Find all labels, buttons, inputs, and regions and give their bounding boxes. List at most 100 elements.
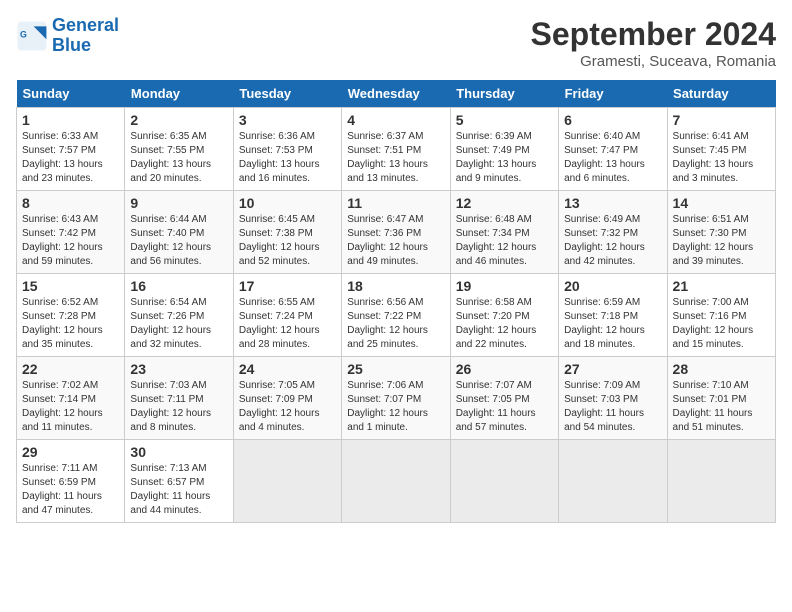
day-info: Sunrise: 6:39 AM Sunset: 7:49 PM Dayligh… <box>456 130 553 186</box>
day-cell: 12Sunrise: 6:48 AM Sunset: 7:34 PM Dayli… <box>450 191 558 274</box>
day-number: 6 <box>564 112 661 128</box>
day-cell: 30 Sunrise: 7:13 AM Sunset: 6:57 PM Dayli… <box>125 440 233 523</box>
day-number: 29 <box>22 444 119 460</box>
day-info: Sunrise: 6:51 AM Sunset: 7:30 PM Dayligh… <box>673 213 770 269</box>
day-cell: 13 Sunrise: 6:49 AM Sunset: 7:32 PM Dayli… <box>559 191 667 274</box>
day-info: Sunrise: 7:05 AM Sunset: 7:09 PM Dayligh… <box>239 379 336 435</box>
day-cell: 21 Sunrise: 7:00 AM Sunset: 7:16 PM Dayli… <box>667 274 775 357</box>
header-sunday: Sunday <box>17 80 125 108</box>
svg-text:G: G <box>20 29 27 39</box>
header-monday: Monday <box>125 80 233 108</box>
week-row: 15 Sunrise: 6:52 AM Sunset: 7:28 PM Dayli… <box>17 274 776 357</box>
day-cell: 15 Sunrise: 6:52 AM Sunset: 7:28 PM Dayli… <box>17 274 125 357</box>
empty-cell <box>233 440 341 523</box>
day-cell: 4 Sunrise: 6:37 AM Sunset: 7:51 PM Daylig… <box>342 108 450 191</box>
day-number: 4 <box>347 112 444 128</box>
day-info: Sunrise: 6:47 AM Sunset: 7:36 PM Dayligh… <box>347 213 444 269</box>
header-tuesday: Tuesday <box>233 80 341 108</box>
day-info: Sunrise: 6:55 AM Sunset: 7:24 PM Dayligh… <box>239 296 336 352</box>
day-number: 30 <box>130 444 227 460</box>
day-number: 25 <box>347 361 444 377</box>
day-number: 13 <box>564 195 661 211</box>
header-saturday: Saturday <box>667 80 775 108</box>
day-number: 19 <box>456 278 553 294</box>
day-cell: 18 Sunrise: 6:56 AM Sunset: 7:22 PM Dayli… <box>342 274 450 357</box>
day-number: 18 <box>347 278 444 294</box>
day-number: 9 <box>130 195 227 211</box>
day-info: Sunrise: 6:43 AM Sunset: 7:42 PM Dayligh… <box>22 213 119 269</box>
day-cell: 26Sunrise: 7:07 AM Sunset: 7:05 PM Dayli… <box>450 357 558 440</box>
day-number: 21 <box>673 278 770 294</box>
day-number: 24 <box>239 361 336 377</box>
day-cell: 11 Sunrise: 6:47 AM Sunset: 7:36 PM Dayli… <box>342 191 450 274</box>
empty-cell <box>667 440 775 523</box>
day-info: Sunrise: 6:49 AM Sunset: 7:32 PM Dayligh… <box>564 213 661 269</box>
title-block: September 2024 Gramesti, Suceava, Romani… <box>531 16 776 70</box>
day-number: 8 <box>22 195 119 211</box>
day-info: Sunrise: 6:33 AM Sunset: 7:57 PM Dayligh… <box>22 130 119 186</box>
day-number: 15 <box>22 278 119 294</box>
day-info: Sunrise: 6:45 AM Sunset: 7:38 PM Dayligh… <box>239 213 336 269</box>
day-cell: 1 Sunrise: 6:33 AM Sunset: 7:57 PM Daylig… <box>17 108 125 191</box>
day-number: 1 <box>22 112 119 128</box>
header-wednesday: Wednesday <box>342 80 450 108</box>
day-number: 27 <box>564 361 661 377</box>
day-info: Sunrise: 7:07 AM Sunset: 7:05 PM Dayligh… <box>456 379 553 435</box>
empty-cell <box>342 440 450 523</box>
day-info: Sunrise: 6:48 AM Sunset: 7:34 PM Dayligh… <box>456 213 553 269</box>
day-info: Sunrise: 7:03 AM Sunset: 7:11 PM Dayligh… <box>130 379 227 435</box>
day-cell: 24 Sunrise: 7:05 AM Sunset: 7:09 PM Dayli… <box>233 357 341 440</box>
day-cell: 9 Sunrise: 6:44 AM Sunset: 7:40 PM Daylig… <box>125 191 233 274</box>
header-thursday: Thursday <box>450 80 558 108</box>
day-info: Sunrise: 7:09 AM Sunset: 7:03 PM Dayligh… <box>564 379 661 435</box>
logo-icon: G <box>16 20 48 52</box>
day-number: 22 <box>22 361 119 377</box>
day-info: Sunrise: 7:11 AM Sunset: 6:59 PM Dayligh… <box>22 462 119 518</box>
day-cell: 8 Sunrise: 6:43 AM Sunset: 7:42 PM Daylig… <box>17 191 125 274</box>
day-cell: 23 Sunrise: 7:03 AM Sunset: 7:11 PM Dayli… <box>125 357 233 440</box>
day-number: 7 <box>673 112 770 128</box>
week-row: 8 Sunrise: 6:43 AM Sunset: 7:42 PM Daylig… <box>17 191 776 274</box>
day-number: 11 <box>347 195 444 211</box>
day-cell: 6Sunrise: 6:40 AM Sunset: 7:47 PM Daylig… <box>559 108 667 191</box>
day-info: Sunrise: 7:13 AM Sunset: 6:57 PM Dayligh… <box>130 462 227 518</box>
week-row: 1 Sunrise: 6:33 AM Sunset: 7:57 PM Daylig… <box>17 108 776 191</box>
week-row: 29 Sunrise: 7:11 AM Sunset: 6:59 PM Dayli… <box>17 440 776 523</box>
day-cell: 20 Sunrise: 6:59 AM Sunset: 7:18 PM Dayli… <box>559 274 667 357</box>
day-number: 10 <box>239 195 336 211</box>
page-header: G GeneralBlue September 2024 Gramesti, S… <box>16 16 776 70</box>
day-number: 2 <box>130 112 227 128</box>
day-info: Sunrise: 6:44 AM Sunset: 7:40 PM Dayligh… <box>130 213 227 269</box>
location-subtitle: Gramesti, Suceava, Romania <box>531 53 776 70</box>
day-number: 14 <box>673 195 770 211</box>
day-number: 3 <box>239 112 336 128</box>
day-info: Sunrise: 7:00 AM Sunset: 7:16 PM Dayligh… <box>673 296 770 352</box>
day-cell: 17 Sunrise: 6:55 AM Sunset: 7:24 PM Dayli… <box>233 274 341 357</box>
header-row: SundayMondayTuesdayWednesdayThursdayFrid… <box>17 80 776 108</box>
day-cell: 5 Sunrise: 6:39 AM Sunset: 7:49 PM Daylig… <box>450 108 558 191</box>
day-info: Sunrise: 7:06 AM Sunset: 7:07 PM Dayligh… <box>347 379 444 435</box>
day-number: 5 <box>456 112 553 128</box>
day-cell: 2 Sunrise: 6:35 AM Sunset: 7:55 PM Daylig… <box>125 108 233 191</box>
day-info: Sunrise: 6:52 AM Sunset: 7:28 PM Dayligh… <box>22 296 119 352</box>
day-info: Sunrise: 6:37 AM Sunset: 7:51 PM Dayligh… <box>347 130 444 186</box>
calendar-body: 1 Sunrise: 6:33 AM Sunset: 7:57 PM Daylig… <box>17 108 776 523</box>
calendar-header: SundayMondayTuesdayWednesdayThursdayFrid… <box>17 80 776 108</box>
day-info: Sunrise: 6:58 AM Sunset: 7:20 PM Dayligh… <box>456 296 553 352</box>
empty-cell <box>450 440 558 523</box>
day-cell: 14 Sunrise: 6:51 AM Sunset: 7:30 PM Dayli… <box>667 191 775 274</box>
day-cell: 25 Sunrise: 7:06 AM Sunset: 7:07 PM Dayli… <box>342 357 450 440</box>
day-cell: 19 Sunrise: 6:58 AM Sunset: 7:20 PM Dayli… <box>450 274 558 357</box>
day-info: Sunrise: 6:56 AM Sunset: 7:22 PM Dayligh… <box>347 296 444 352</box>
day-cell: 22 Sunrise: 7:02 AM Sunset: 7:14 PM Dayli… <box>17 357 125 440</box>
day-number: 17 <box>239 278 336 294</box>
day-cell: 7Sunrise: 6:41 AM Sunset: 7:45 PM Daylig… <box>667 108 775 191</box>
day-number: 20 <box>564 278 661 294</box>
header-friday: Friday <box>559 80 667 108</box>
day-info: Sunrise: 6:59 AM Sunset: 7:18 PM Dayligh… <box>564 296 661 352</box>
day-cell: 29 Sunrise: 7:11 AM Sunset: 6:59 PM Dayli… <box>17 440 125 523</box>
week-row: 22 Sunrise: 7:02 AM Sunset: 7:14 PM Dayli… <box>17 357 776 440</box>
day-info: Sunrise: 6:35 AM Sunset: 7:55 PM Dayligh… <box>130 130 227 186</box>
day-info: Sunrise: 7:02 AM Sunset: 7:14 PM Dayligh… <box>22 379 119 435</box>
day-number: 23 <box>130 361 227 377</box>
